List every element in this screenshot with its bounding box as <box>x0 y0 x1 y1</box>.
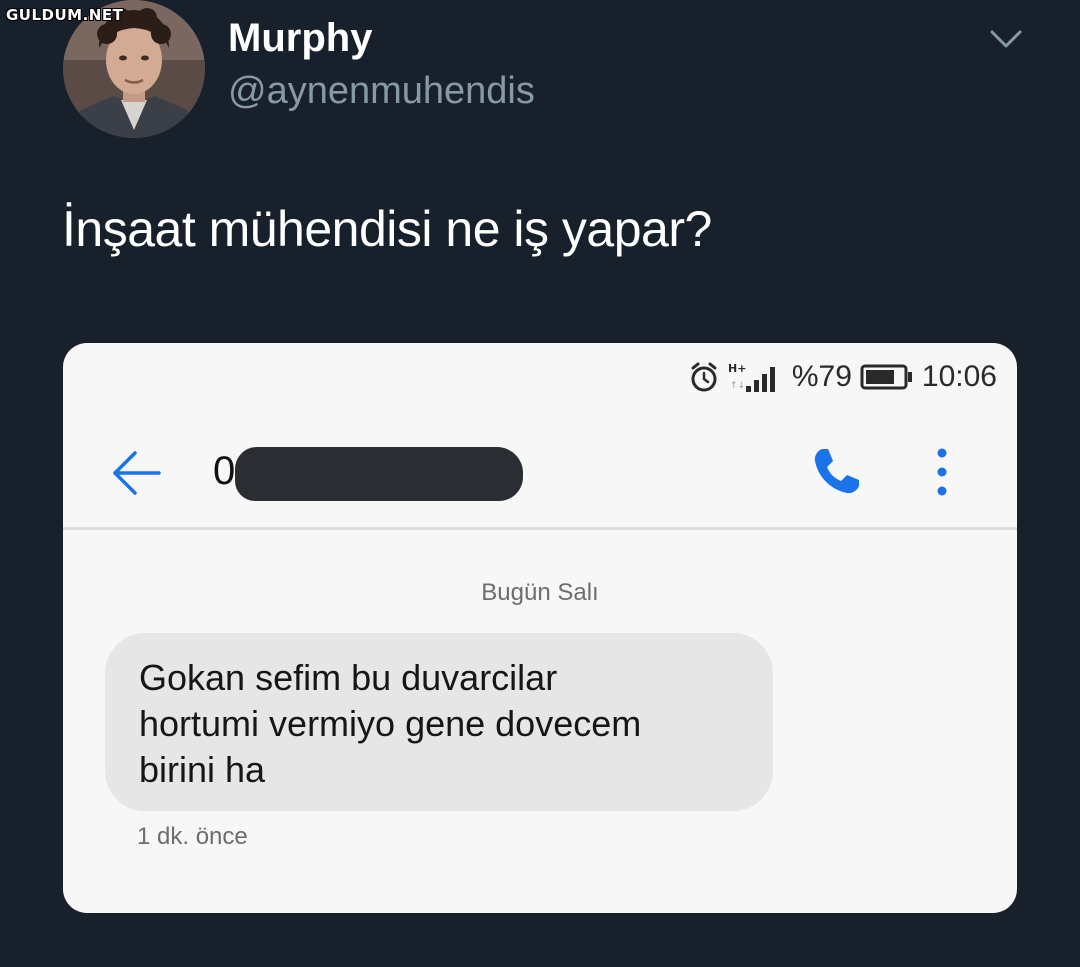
watermark-logo: GULDUM.NET <box>6 6 124 24</box>
tweet-text: İnşaat mühendisi ne iş yapar? <box>62 201 712 257</box>
battery-percent: %79 <box>791 360 852 393</box>
more-vertical-icon[interactable] <box>929 445 955 499</box>
signal-bars-icon: H+ ↑↓ <box>728 362 775 392</box>
contact-number: 0 <box>213 449 236 493</box>
back-arrow-icon[interactable] <box>111 447 163 499</box>
message-line: hortumi vermiyo gene dovecem <box>139 703 642 744</box>
hplus-network-icon: H+ <box>728 362 746 375</box>
tweet-screenshot: GULDUM.NET Murphy @aynenmuhendis İnşaat … <box>0 0 1080 967</box>
phone-icon[interactable] <box>809 445 863 499</box>
redaction-mark <box>235 447 523 501</box>
message-line: Gokan sefim bu duvarcilar <box>139 657 558 698</box>
status-time: 10:06 <box>921 360 997 393</box>
svg-text:↑↓: ↑↓ <box>730 381 745 391</box>
message-timestamp: 1 dk. önce <box>137 823 248 850</box>
user-handle[interactable]: @aynenmuhendis <box>228 70 535 113</box>
message-bubble[interactable]: Gokan sefim bu duvarcilar hortumi vermiy… <box>105 633 773 811</box>
status-bar: H+ ↑↓ %79 10:06 <box>688 357 997 397</box>
battery-icon <box>860 364 912 390</box>
conversation-toolbar: 0 <box>63 433 1017 525</box>
date-separator: Bugün Salı <box>481 579 599 606</box>
message-line: birini ha <box>139 749 266 790</box>
toolbar-divider <box>63 527 1017 530</box>
chevron-down-icon[interactable] <box>986 24 1026 54</box>
display-name[interactable]: Murphy <box>228 16 372 61</box>
attached-screenshot[interactable]: H+ ↑↓ %79 10:06 0 Bugün Salı Gokan sefim… <box>63 343 1017 913</box>
alarm-clock-icon <box>691 362 717 392</box>
